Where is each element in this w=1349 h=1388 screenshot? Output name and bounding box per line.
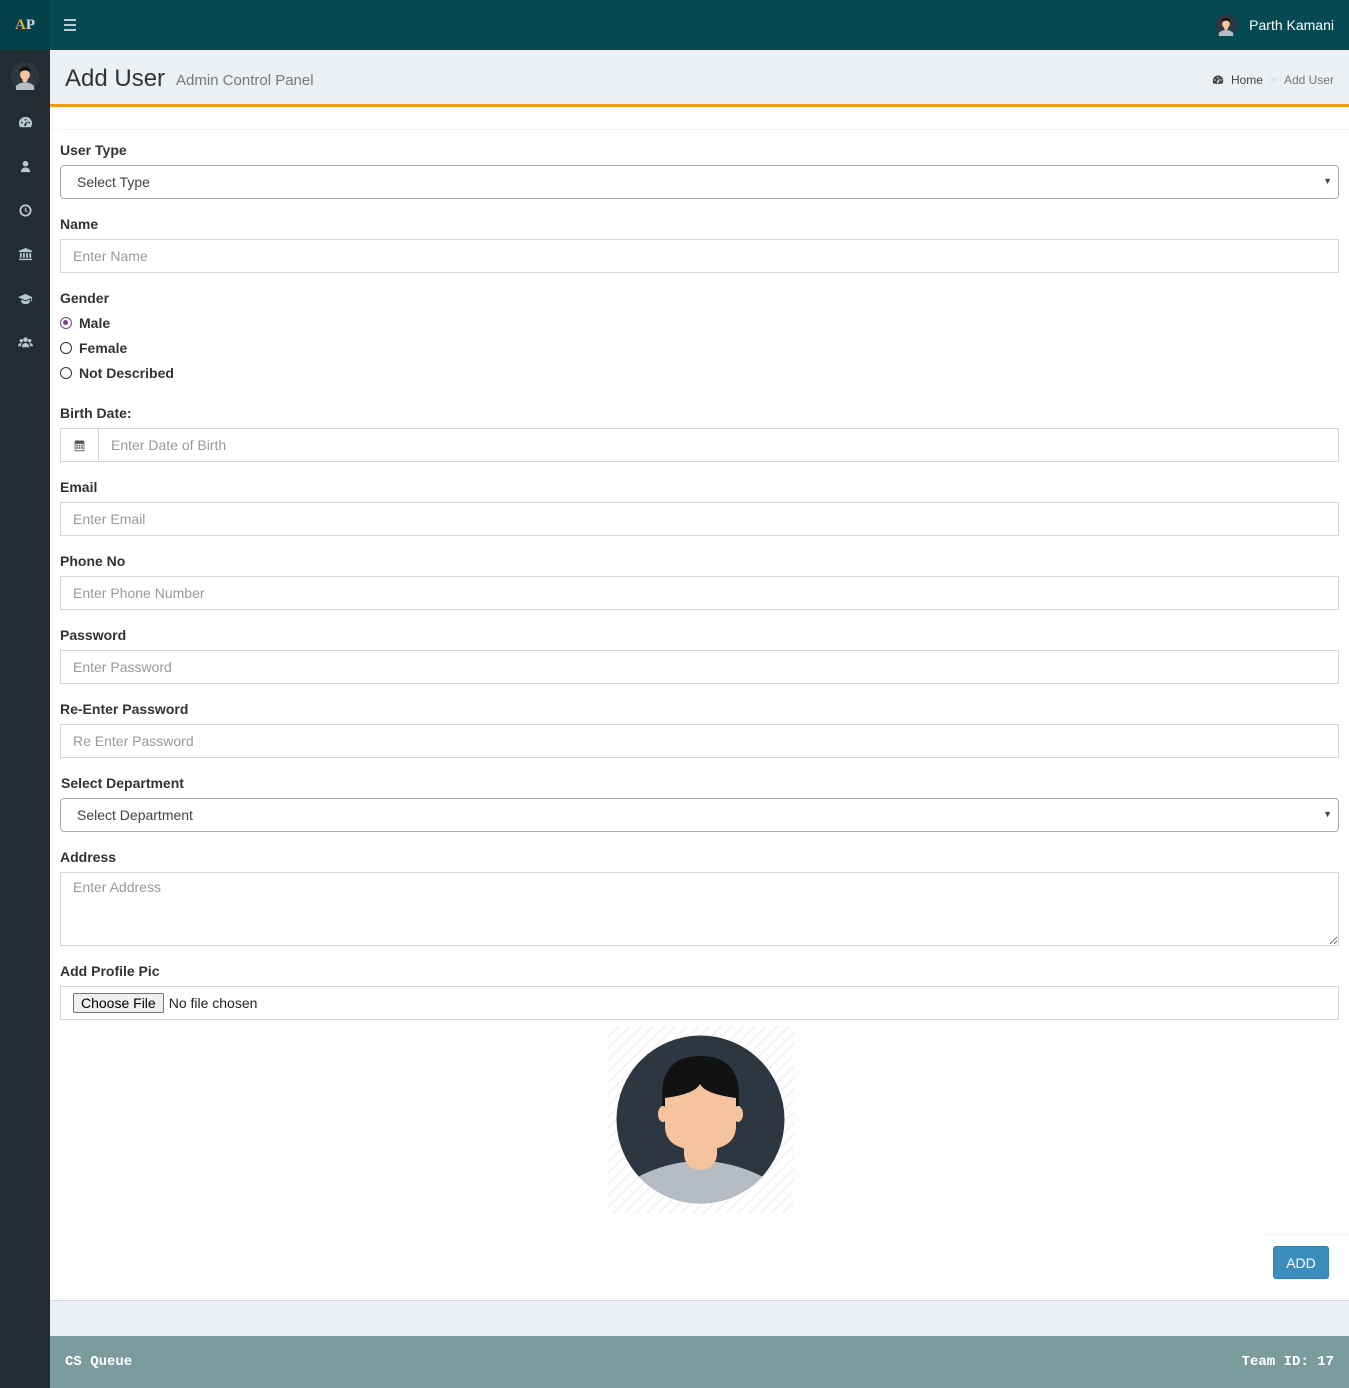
birth-date-input[interactable] bbox=[98, 428, 1339, 462]
address-label: Address bbox=[60, 849, 117, 865]
page-subtitle: Admin Control Panel bbox=[176, 72, 314, 89]
address-textarea[interactable] bbox=[60, 872, 1339, 946]
sidebar-item-education[interactable] bbox=[0, 276, 50, 320]
birth-date-group bbox=[60, 428, 1339, 462]
page-title: Add User bbox=[65, 65, 166, 92]
email-label: Email bbox=[60, 479, 98, 495]
gender-radio-male[interactable]: Male bbox=[60, 315, 110, 331]
sidebar-item-institution[interactable] bbox=[0, 232, 50, 276]
radio-icon bbox=[60, 342, 72, 354]
avatar bbox=[1215, 14, 1238, 36]
users-icon bbox=[17, 336, 33, 347]
dashboard-icon bbox=[18, 116, 32, 127]
department-value: Select Department bbox=[77, 807, 193, 823]
user-type-select[interactable]: Select Type ▼ bbox=[60, 165, 1339, 199]
bank-icon bbox=[18, 247, 32, 260]
logo-letter-p: P bbox=[25, 16, 35, 33]
page-footer: CS Queue Team ID: 17 bbox=[50, 1336, 1349, 1388]
name-label: Name bbox=[60, 216, 99, 232]
gender-label: Gender bbox=[60, 290, 110, 306]
user-type-label: User Type bbox=[60, 142, 127, 158]
top-navbar: AP Parth Kamani bbox=[0, 0, 1349, 50]
department-label: Select Department bbox=[61, 775, 184, 791]
gender-radio-not-described[interactable]: Not Described bbox=[60, 365, 174, 381]
re-password-label: Re-Enter Password bbox=[60, 701, 189, 717]
sidebar-item-users[interactable] bbox=[0, 320, 50, 364]
breadcrumb-home[interactable]: Home bbox=[1212, 73, 1263, 87]
gender-option-label: Not Described bbox=[79, 365, 174, 381]
breadcrumb-separator: > bbox=[1269, 73, 1277, 87]
breadcrumb: Home > Add User bbox=[1212, 73, 1334, 87]
user-name: Parth Kamani bbox=[1249, 17, 1334, 33]
file-status: No file chosen bbox=[168, 995, 258, 1011]
gender-option-label: Male bbox=[79, 315, 111, 331]
sidebar-item-history[interactable] bbox=[0, 188, 50, 232]
re-password-input[interactable] bbox=[60, 724, 1339, 758]
menu-toggle-icon[interactable] bbox=[62, 17, 80, 33]
footer-brand: CS Queue bbox=[65, 1354, 133, 1370]
logo-letter-a: A bbox=[14, 16, 26, 33]
add-button[interactable]: ADD bbox=[1273, 1246, 1329, 1279]
choose-file-button[interactable]: Choose File bbox=[73, 993, 164, 1013]
gender-option-label: Female bbox=[79, 340, 128, 356]
phone-label: Phone No bbox=[60, 553, 126, 569]
sidebar bbox=[0, 50, 50, 1388]
password-label: Password bbox=[60, 627, 127, 643]
department-select[interactable]: Select Department ▼ bbox=[60, 798, 1339, 832]
sidebar-avatar bbox=[11, 62, 39, 90]
sidebar-item-user[interactable] bbox=[0, 144, 50, 188]
graduation-cap-icon bbox=[17, 293, 32, 304]
radio-icon bbox=[60, 367, 72, 379]
calendar-icon[interactable] bbox=[60, 428, 99, 462]
profile-pic-label: Add Profile Pic bbox=[60, 963, 160, 979]
add-user-form: User Type Select Type ▼ Name Gender Male… bbox=[50, 107, 1349, 1301]
dashboard-icon bbox=[1212, 75, 1224, 84]
user-menu[interactable]: Parth Kamani bbox=[1215, 0, 1334, 50]
clock-icon bbox=[18, 203, 32, 217]
user-icon bbox=[20, 160, 30, 172]
name-input[interactable] bbox=[60, 239, 1339, 273]
profile-pic-preview bbox=[607, 1026, 794, 1213]
user-type-value: Select Type bbox=[77, 174, 150, 190]
chevron-down-icon: ▼ bbox=[1323, 809, 1332, 819]
content-header: Add User Admin Control Panel Home > Add … bbox=[50, 50, 1349, 107]
sidebar-item-dashboard[interactable] bbox=[0, 100, 50, 144]
breadcrumb-current: Add User bbox=[1283, 73, 1334, 87]
phone-input[interactable] bbox=[60, 576, 1339, 610]
form-footer-divider bbox=[1263, 1234, 1349, 1235]
gender-radio-female[interactable]: Female bbox=[60, 340, 127, 356]
box-divider bbox=[50, 129, 1349, 130]
chevron-down-icon: ▼ bbox=[1323, 176, 1332, 186]
app-logo[interactable]: AP bbox=[0, 0, 50, 50]
birth-date-label: Birth Date: bbox=[60, 405, 132, 421]
breadcrumb-home-label: Home bbox=[1230, 73, 1263, 87]
password-input[interactable] bbox=[60, 650, 1339, 684]
footer-team-id: Team ID: 17 bbox=[1241, 1354, 1334, 1370]
email-input[interactable] bbox=[60, 502, 1339, 536]
radio-checked-icon bbox=[60, 317, 72, 329]
profile-pic-input: Choose File No file chosen bbox=[60, 986, 1339, 1020]
